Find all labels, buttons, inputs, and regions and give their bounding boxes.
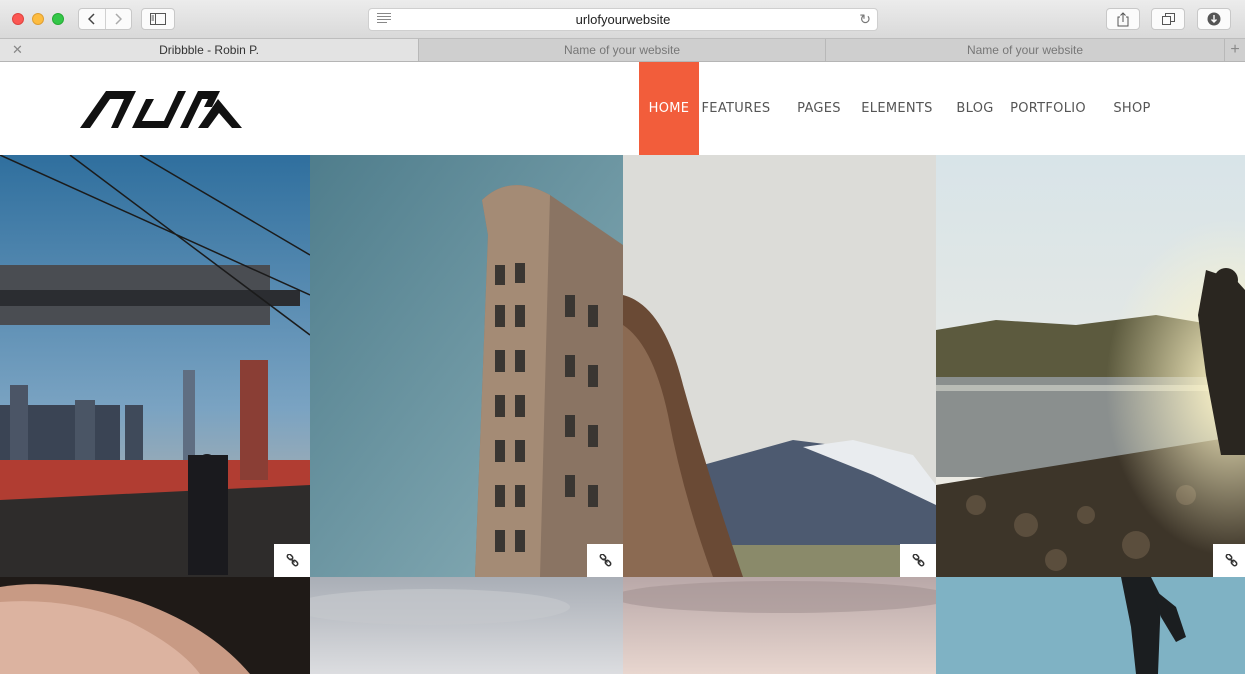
downloads-button[interactable] <box>1197 8 1231 30</box>
nav-elements[interactable]: ELEMENTS <box>861 62 932 155</box>
link-icon <box>286 554 298 567</box>
nav-shop[interactable]: SHOP <box>1112 62 1152 155</box>
tab-label: Name of your website <box>966 43 1084 57</box>
pink-sky-image <box>623 577 936 674</box>
hair-and-mountain-image <box>623 155 936 577</box>
pink-sky-photo[interactable] <box>623 577 936 674</box>
flatiron-building-photo[interactable] <box>310 155 623 577</box>
sidebar-toggle-button[interactable] <box>141 8 175 30</box>
nav-features[interactable]: FEATURES <box>702 62 771 155</box>
history-nav <box>78 8 132 30</box>
link-icon <box>599 554 611 567</box>
link-icon <box>1225 554 1237 567</box>
cloudy-sky-photo[interactable] <box>310 577 623 674</box>
brooklyn-bridge-image <box>0 155 310 577</box>
browser-toolbar: urlofyourwebsite ↻ <box>0 0 1245 39</box>
person-silhouette-image <box>936 577 1245 674</box>
aura-logo[interactable] <box>80 89 242 129</box>
chevron-right-icon <box>115 13 123 25</box>
minimize-window-button[interactable] <box>32 13 44 25</box>
url-text: urlofyourwebsite <box>575 12 671 27</box>
man-at-shore-image <box>936 155 1245 577</box>
hair-and-mountain-photo[interactable] <box>623 155 936 577</box>
share-icon <box>1117 11 1129 26</box>
project-link-button[interactable] <box>274 544 310 577</box>
close-window-button[interactable] <box>12 13 24 25</box>
hand-photo[interactable] <box>0 577 310 674</box>
man-at-shore-photo[interactable] <box>936 155 1245 577</box>
sidebar-icon <box>150 13 166 25</box>
close-tab-icon[interactable]: ✕ <box>12 42 23 58</box>
tab-dribbble[interactable]: ✕ Dribbble - Robin P. <box>0 39 419 61</box>
nav-pages[interactable]: PAGES <box>796 62 842 155</box>
portfolio-gallery <box>0 155 1245 674</box>
project-link-button[interactable] <box>1213 544 1245 577</box>
address-bar[interactable]: urlofyourwebsite ↻ <box>368 8 878 31</box>
tab-label: Dribbble - Robin P. <box>159 43 259 57</box>
fullscreen-window-button[interactable] <box>52 13 64 25</box>
tab-label: Name of your website <box>563 43 681 57</box>
flatiron-building-image <box>310 155 623 577</box>
tabs-icon <box>1161 13 1175 25</box>
project-link-button[interactable] <box>587 544 623 577</box>
nav-blog[interactable]: BLOG <box>956 62 994 155</box>
share-button[interactable] <box>1106 8 1140 30</box>
download-icon <box>1207 12 1221 26</box>
link-icon <box>912 554 924 567</box>
nav-home[interactable]: HOME <box>639 62 699 155</box>
forward-button[interactable] <box>104 9 132 29</box>
site-header: HOME FEATURES PAGES ELEMENTS BLOG PORTFO… <box>0 62 1245 155</box>
tab-overview-button[interactable] <box>1151 8 1185 30</box>
hand-image <box>0 577 310 674</box>
tab-bar: ✕ Dribbble - Robin P. Name of your websi… <box>0 39 1245 62</box>
brooklyn-bridge-photo[interactable] <box>0 155 310 577</box>
tab-website-2[interactable]: Name of your website <box>826 39 1225 61</box>
tab-website-1[interactable]: Name of your website <box>419 39 826 61</box>
cloudy-sky-image <box>310 577 623 674</box>
person-silhouette-photo[interactable] <box>936 577 1245 674</box>
back-button[interactable] <box>79 9 105 29</box>
nav-portfolio[interactable]: PORTFOLIO <box>1010 62 1086 155</box>
chevron-left-icon <box>87 13 95 25</box>
new-tab-button[interactable]: + <box>1225 39 1245 61</box>
project-link-button[interactable] <box>900 544 936 577</box>
reload-icon[interactable]: ↻ <box>859 11 871 28</box>
